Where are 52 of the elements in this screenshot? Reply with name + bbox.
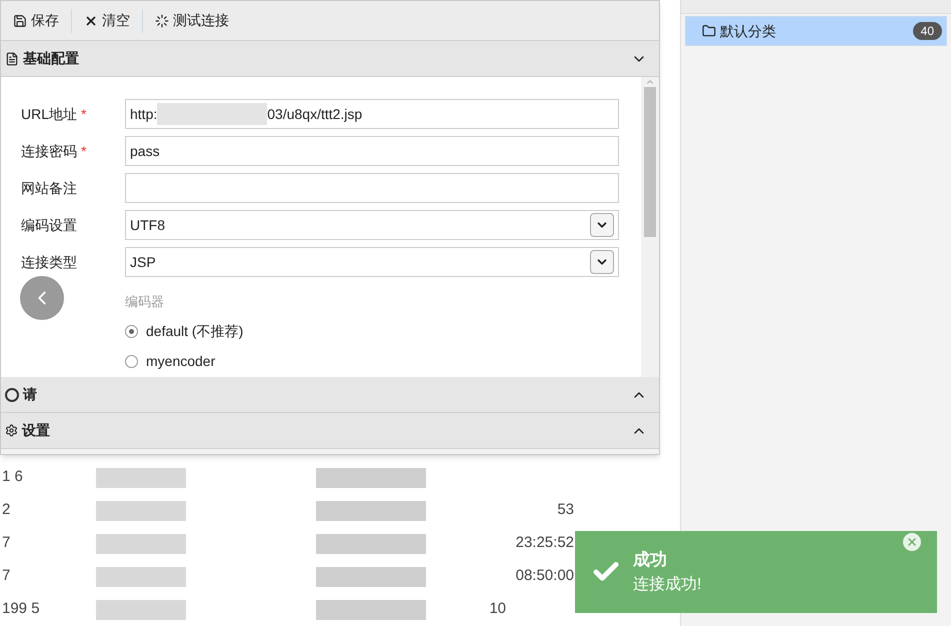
close-icon <box>84 14 98 28</box>
field-value: 03/u8qx/ttt2.jsp <box>267 104 362 124</box>
table-cell-text: 199 5 <box>1 599 41 620</box>
save-icon <box>13 14 27 28</box>
table-cell-text: 7 <box>1 566 12 586</box>
select-field[interactable]: UTF8 <box>125 210 619 240</box>
toolbar-button[interactable]: 测试连接 <box>147 6 237 36</box>
table-cell-text: 1 6 <box>1 467 24 488</box>
settings-icon <box>5 424 18 437</box>
section-header[interactable]: 设置 <box>1 413 659 449</box>
table-cell: 08:50:00 <box>516 567 574 584</box>
dropdown-button[interactable] <box>590 250 614 274</box>
folder-icon <box>702 24 716 38</box>
spinner-icon <box>155 14 169 28</box>
table-cell-text: 7 <box>1 533 12 554</box>
radio-option[interactable]: myencoder <box>125 350 641 372</box>
field-value: JSP <box>130 252 156 272</box>
field-label: 编码设置 <box>21 216 78 234</box>
toolbar-button[interactable]: 清空 <box>76 6 138 36</box>
section-title: 设置 <box>22 421 50 440</box>
field-value: http: <box>130 104 158 124</box>
category-item[interactable]: 默认分类 40 <box>685 16 947 46</box>
section-title: 基础配置 <box>23 49 79 68</box>
toolbar-button[interactable]: 保存 <box>5 6 67 36</box>
field-label: 连接类型 <box>21 252 78 272</box>
toast-title: 成功 <box>633 549 668 572</box>
field-label: 连接密码 * <box>21 142 88 160</box>
toast-message: 连接成功! <box>633 574 702 595</box>
count-badge: 40 <box>912 22 942 40</box>
section-header[interactable]: 请 <box>1 377 659 413</box>
input-field[interactable]: http: 03/u8qx/ttt2.jsp <box>125 99 619 129</box>
category-label: 默认分类 <box>720 22 776 40</box>
field-value: UTF8 <box>130 216 165 234</box>
field-value: pass <box>130 142 160 161</box>
section-title: 请 <box>23 385 37 404</box>
input-field[interactable] <box>125 173 619 203</box>
field-label: URL地址 * <box>21 104 88 124</box>
table-cell-text: 2 <box>1 500 12 520</box>
field-label: 网站备注 <box>21 178 78 198</box>
close-icon <box>906 536 918 548</box>
radio-option[interactable]: default (不推荐) <box>125 320 641 342</box>
table-cell: 10 <box>489 600 506 618</box>
scrollbar[interactable] <box>641 77 659 377</box>
select-field[interactable]: JSP <box>125 247 619 277</box>
encoder-label: 编码器 <box>125 293 165 311</box>
close-button[interactable] <box>903 533 921 551</box>
dropdown-button[interactable] <box>590 213 614 237</box>
input-field[interactable]: pass <box>125 136 619 166</box>
section-header[interactable]: 基础配置 <box>1 41 659 77</box>
document-icon <box>5 52 19 66</box>
table-cell: 53 <box>557 501 574 518</box>
table-cell: 23:25:52 <box>516 534 574 552</box>
